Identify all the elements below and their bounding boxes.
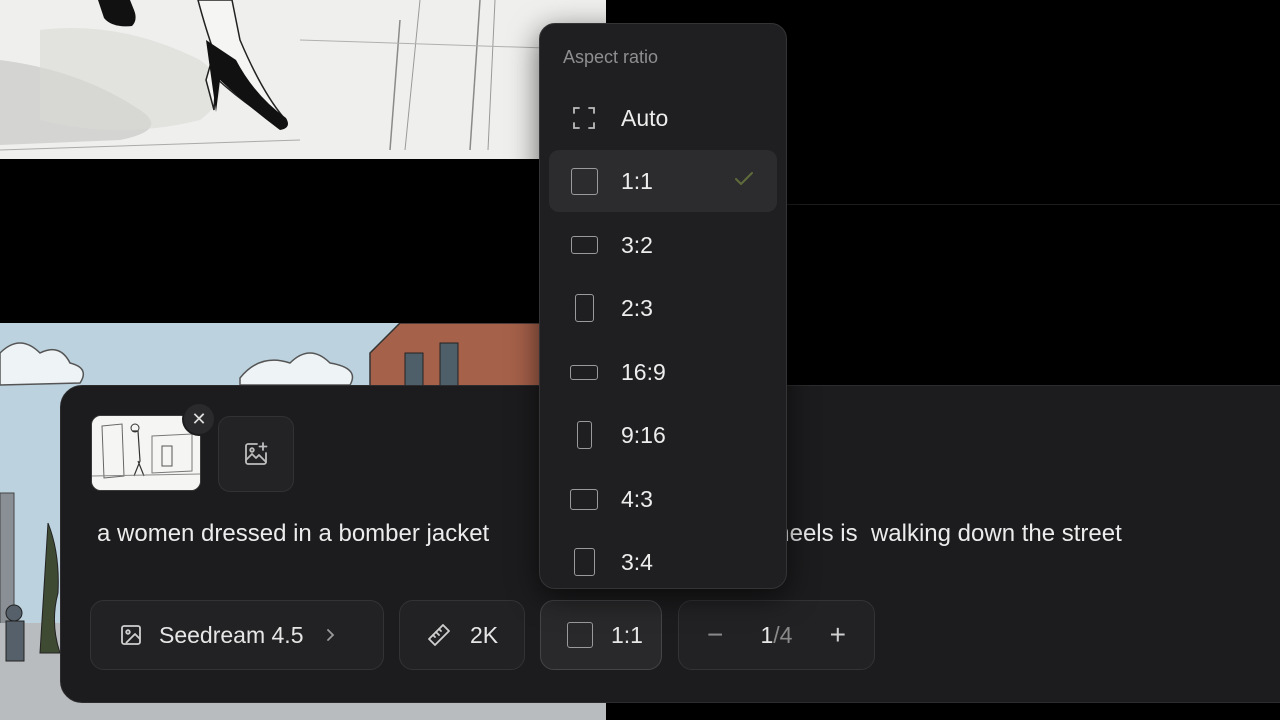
- ratio-option-9-16[interactable]: 9:16: [549, 404, 777, 466]
- ratio-option-label: 9:16: [621, 421, 666, 448]
- square-icon: [570, 167, 598, 195]
- ruler-icon: [426, 622, 452, 648]
- ratio-option-label: Auto: [621, 104, 669, 131]
- menu-header: Aspect ratio: [563, 47, 659, 67]
- auto-frame-icon: [570, 104, 598, 132]
- ratio-option-16-9[interactable]: 16:9: [549, 341, 777, 403]
- ratio-option-label: 2:3: [621, 294, 653, 321]
- ratio-option-label: 1:1: [621, 167, 653, 194]
- ratio-option-label: 16:9: [621, 358, 666, 385]
- model-selector-button[interactable]: Seedream 4.5: [90, 600, 384, 670]
- ratio-option-label: 4:3: [621, 485, 653, 512]
- landscape-4-3-icon: [570, 485, 598, 513]
- add-image-button[interactable]: [218, 416, 294, 492]
- image-count-value: 1/4: [760, 621, 793, 648]
- sketch-image-top: [0, 0, 606, 159]
- ratio-option-auto[interactable]: Auto: [549, 87, 777, 149]
- ratio-option-label: 3:2: [621, 231, 653, 258]
- landscape-16-9-icon: [570, 358, 598, 386]
- image-plus-icon: [245, 442, 268, 465]
- check-icon: [733, 168, 755, 196]
- aspect-ratio-label: 1:1: [611, 621, 643, 648]
- image-count-stepper[interactable]: − 1/4 +: [678, 600, 875, 670]
- model-label: Seedream 4.5: [159, 621, 304, 648]
- portrait-9-16-icon: [570, 421, 598, 449]
- image-icon: [119, 623, 143, 647]
- ratio-option-2-3[interactable]: 2:3: [549, 277, 777, 339]
- remove-image-button[interactable]: ✕: [182, 402, 216, 436]
- aspect-ratio-menu: Aspect ratio Auto 1:1 3:2 2:3 16:9 9:16 …: [539, 23, 787, 589]
- portrait-2-3-icon: [570, 294, 598, 322]
- increment-button[interactable]: +: [830, 621, 846, 649]
- prompt-text-left: a women dressed in a bomber jacket: [97, 520, 490, 547]
- ratio-option-label: 3:4: [621, 548, 653, 575]
- landscape-3-2-icon: [570, 231, 598, 259]
- ratio-option-1-1[interactable]: 1:1: [549, 150, 777, 212]
- chevron-right-icon: [323, 628, 337, 642]
- aspect-ratio-button[interactable]: 1:1: [540, 600, 662, 670]
- close-icon: ✕: [191, 409, 207, 429]
- ratio-option-4-3[interactable]: 4:3: [549, 468, 777, 530]
- ratio-option-3-2[interactable]: 3:2: [549, 214, 777, 276]
- square-icon: [567, 622, 593, 648]
- resolution-button[interactable]: 2K: [399, 600, 525, 670]
- portrait-3-4-icon: [570, 548, 598, 576]
- resolution-label: 2K: [470, 621, 499, 648]
- decrement-button[interactable]: −: [707, 621, 723, 649]
- ratio-option-3-4[interactable]: 3:4: [549, 531, 777, 588]
